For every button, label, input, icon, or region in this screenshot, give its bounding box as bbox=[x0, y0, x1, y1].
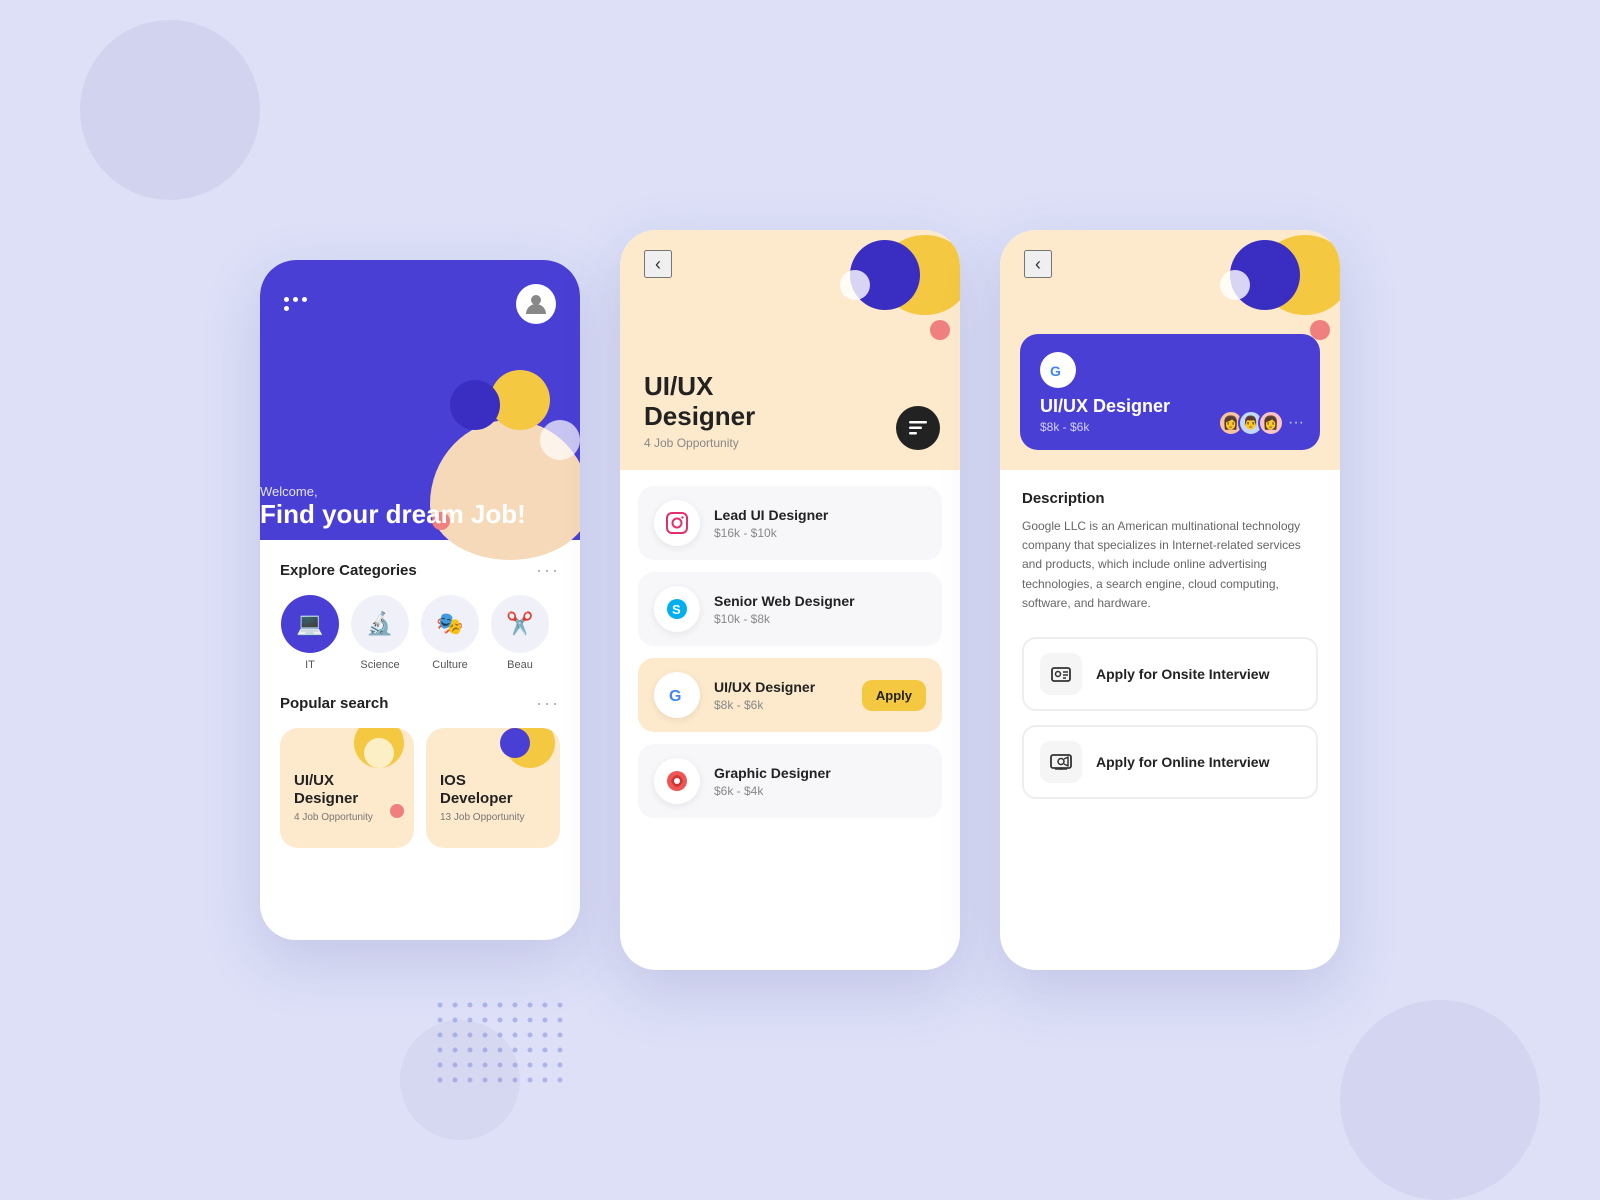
phone1-body: Explore Categories ··· 💻 IT 🔬 Science 🎭 … bbox=[260, 540, 580, 940]
job-salary-uiux: $8k - $6k bbox=[714, 698, 848, 712]
cat-it[interactable]: 💻 IT bbox=[280, 595, 340, 671]
job-card-graphic[interactable]: Graphic Designer $6k - $4k bbox=[638, 744, 942, 818]
cat-beauty[interactable]: ✂️ Beau bbox=[490, 595, 550, 671]
apply-button[interactable]: Apply bbox=[862, 680, 926, 711]
phone-home: Welcome, Find your dream Job! Explore Ca… bbox=[260, 260, 580, 940]
job-logo-google: G bbox=[654, 672, 700, 718]
phone2-body: Lead UI Designer $16k - $10k S Senior We… bbox=[620, 470, 960, 846]
applicant-3: 👩 bbox=[1258, 410, 1284, 436]
phone2-job-title: UI/UXDesigner bbox=[644, 372, 755, 432]
phone3-header: ‹ G UI/UX Designer $8k - $6k 👩 👨 bbox=[1000, 230, 1340, 470]
categories-title: Explore Categories bbox=[280, 562, 417, 579]
greeting-text: Welcome, bbox=[260, 484, 526, 499]
svg-text:G: G bbox=[669, 688, 681, 705]
p3-pink-circle bbox=[1310, 320, 1330, 340]
cat-science-icon: 🔬 bbox=[351, 595, 409, 653]
popular-title: Popular search bbox=[280, 695, 388, 712]
phone2-back-btn[interactable]: ‹ bbox=[644, 250, 672, 278]
online-btn-label: Apply for Online Interview bbox=[1096, 754, 1269, 770]
pop-card-uiux[interactable]: UI/UXDesigner 4 Job Opportunity bbox=[280, 728, 414, 848]
pop-card-1-title: UI/UXDesigner bbox=[294, 772, 400, 808]
job-salary-senior-web: $10k - $8k bbox=[714, 612, 926, 626]
job-logo-graphic bbox=[654, 758, 700, 804]
phone1-header: Welcome, Find your dream Job! bbox=[260, 260, 580, 540]
job-logo-instagram bbox=[654, 500, 700, 546]
description-text: Google LLC is an American multinational … bbox=[1022, 517, 1318, 613]
cat-beauty-icon: ✂️ bbox=[491, 595, 549, 653]
popular-cards: UI/UXDesigner 4 Job Opportunity IOSDevel… bbox=[280, 728, 560, 848]
svg-text:S: S bbox=[672, 602, 681, 617]
phone1-header-top bbox=[284, 284, 556, 324]
phone3-back-btn[interactable]: ‹ bbox=[1024, 250, 1052, 278]
popular-section-header: Popular search ··· bbox=[280, 693, 560, 714]
job-salary-graphic: $6k - $4k bbox=[714, 784, 926, 798]
onsite-interview-btn[interactable]: Apply for Onsite Interview bbox=[1022, 637, 1318, 711]
more-applicants-icon: ··· bbox=[1288, 414, 1304, 432]
job-logo-skype: S bbox=[654, 586, 700, 632]
job-card-uiux[interactable]: G UI/UX Designer $8k - $6k Apply bbox=[638, 658, 942, 732]
phone-job-detail: ‹ G UI/UX Designer $8k - $6k 👩 👨 bbox=[1000, 230, 1340, 970]
pop-card-2-sub: 13 Job Opportunity bbox=[440, 812, 546, 823]
applicants-row: 👩 👨 👩 ··· bbox=[1218, 410, 1304, 436]
pop-card-2-title: IOSDeveloper bbox=[440, 772, 546, 808]
card2-deco-blue bbox=[500, 728, 530, 758]
job-info-lead-ui: Lead UI Designer $16k - $10k bbox=[714, 507, 926, 540]
online-interview-btn[interactable]: Apply for Online Interview bbox=[1022, 725, 1318, 799]
onsite-btn-label: Apply for Onsite Interview bbox=[1096, 666, 1269, 682]
pop-card-1-sub: 4 Job Opportunity bbox=[294, 812, 400, 823]
cat-culture[interactable]: 🎭 Culture bbox=[420, 595, 480, 671]
phone3-body: Description Google LLC is an American mu… bbox=[1000, 470, 1340, 833]
job-card-lead-ui[interactable]: Lead UI Designer $16k - $10k bbox=[638, 486, 942, 560]
onsite-icon-box bbox=[1040, 653, 1082, 695]
cat-science-label: Science bbox=[360, 659, 399, 671]
p2-white-circle bbox=[840, 270, 870, 300]
p2-pink-circle bbox=[930, 320, 950, 340]
job-info-uiux: UI/UX Designer $8k - $6k bbox=[714, 679, 848, 712]
bg-deco-1 bbox=[80, 20, 260, 200]
cat-culture-label: Culture bbox=[432, 659, 467, 671]
job-info-senior-web: Senior Web Designer $10k - $8k bbox=[714, 593, 926, 626]
white-circle bbox=[540, 420, 580, 460]
welcome-text: Welcome, Find your dream Job! bbox=[260, 484, 526, 530]
pop-card-ios[interactable]: IOSDeveloper 13 Job Opportunity bbox=[426, 728, 560, 848]
cat-it-label: IT bbox=[305, 659, 315, 671]
bg-deco-3 bbox=[1340, 1000, 1540, 1200]
phone-job-list: ‹ UI/UXDesigner 4 Job Opportunity bbox=[620, 230, 960, 970]
job-card-senior-web[interactable]: S Senior Web Designer $10k - $8k bbox=[638, 572, 942, 646]
job-info-graphic: Graphic Designer $6k - $4k bbox=[714, 765, 926, 798]
cat-culture-icon: 🎭 bbox=[421, 595, 479, 653]
popular-more-icon[interactable]: ··· bbox=[536, 693, 560, 714]
svg-text:G: G bbox=[1050, 363, 1061, 379]
filter-fab-btn[interactable] bbox=[896, 406, 940, 450]
company-logo-google: G bbox=[1040, 352, 1076, 388]
job-name-lead-ui: Lead UI Designer bbox=[714, 507, 926, 523]
job-name-graphic: Graphic Designer bbox=[714, 765, 926, 781]
menu-icon[interactable] bbox=[284, 297, 308, 311]
job-name-senior-web: Senior Web Designer bbox=[714, 593, 926, 609]
phone2-header: ‹ UI/UXDesigner 4 Job Opportunity bbox=[620, 230, 960, 470]
categories-more-icon[interactable]: ··· bbox=[536, 560, 560, 581]
categories-row: 💻 IT 🔬 Science 🎭 Culture ✂️ Beau bbox=[280, 595, 560, 671]
tagline-text: Find your dream Job! bbox=[260, 499, 526, 530]
phones-container: Welcome, Find your dream Job! Explore Ca… bbox=[260, 230, 1340, 970]
phone2-job-title-area: UI/UXDesigner 4 Job Opportunity bbox=[644, 372, 755, 450]
cat-science[interactable]: 🔬 Science bbox=[350, 595, 410, 671]
cat-it-icon: 💻 bbox=[281, 595, 339, 653]
cat-beauty-label: Beau bbox=[507, 659, 533, 671]
blue-circle bbox=[450, 380, 500, 430]
description-title: Description bbox=[1022, 490, 1318, 507]
online-icon-box bbox=[1040, 741, 1082, 783]
phone3-job-card: G UI/UX Designer $8k - $6k 👩 👨 👩 ··· bbox=[1020, 334, 1320, 450]
avatar[interactable] bbox=[516, 284, 556, 324]
categories-section-header: Explore Categories ··· bbox=[280, 560, 560, 581]
job-salary-lead-ui: $16k - $10k bbox=[714, 526, 926, 540]
phone2-job-count: 4 Job Opportunity bbox=[644, 436, 755, 450]
p3-white-circle bbox=[1220, 270, 1250, 300]
job-name-uiux: UI/UX Designer bbox=[714, 679, 848, 695]
card1-deco-white bbox=[364, 738, 394, 768]
dot-grid: // dots rendered via inline SVG below bbox=[430, 995, 570, 1100]
